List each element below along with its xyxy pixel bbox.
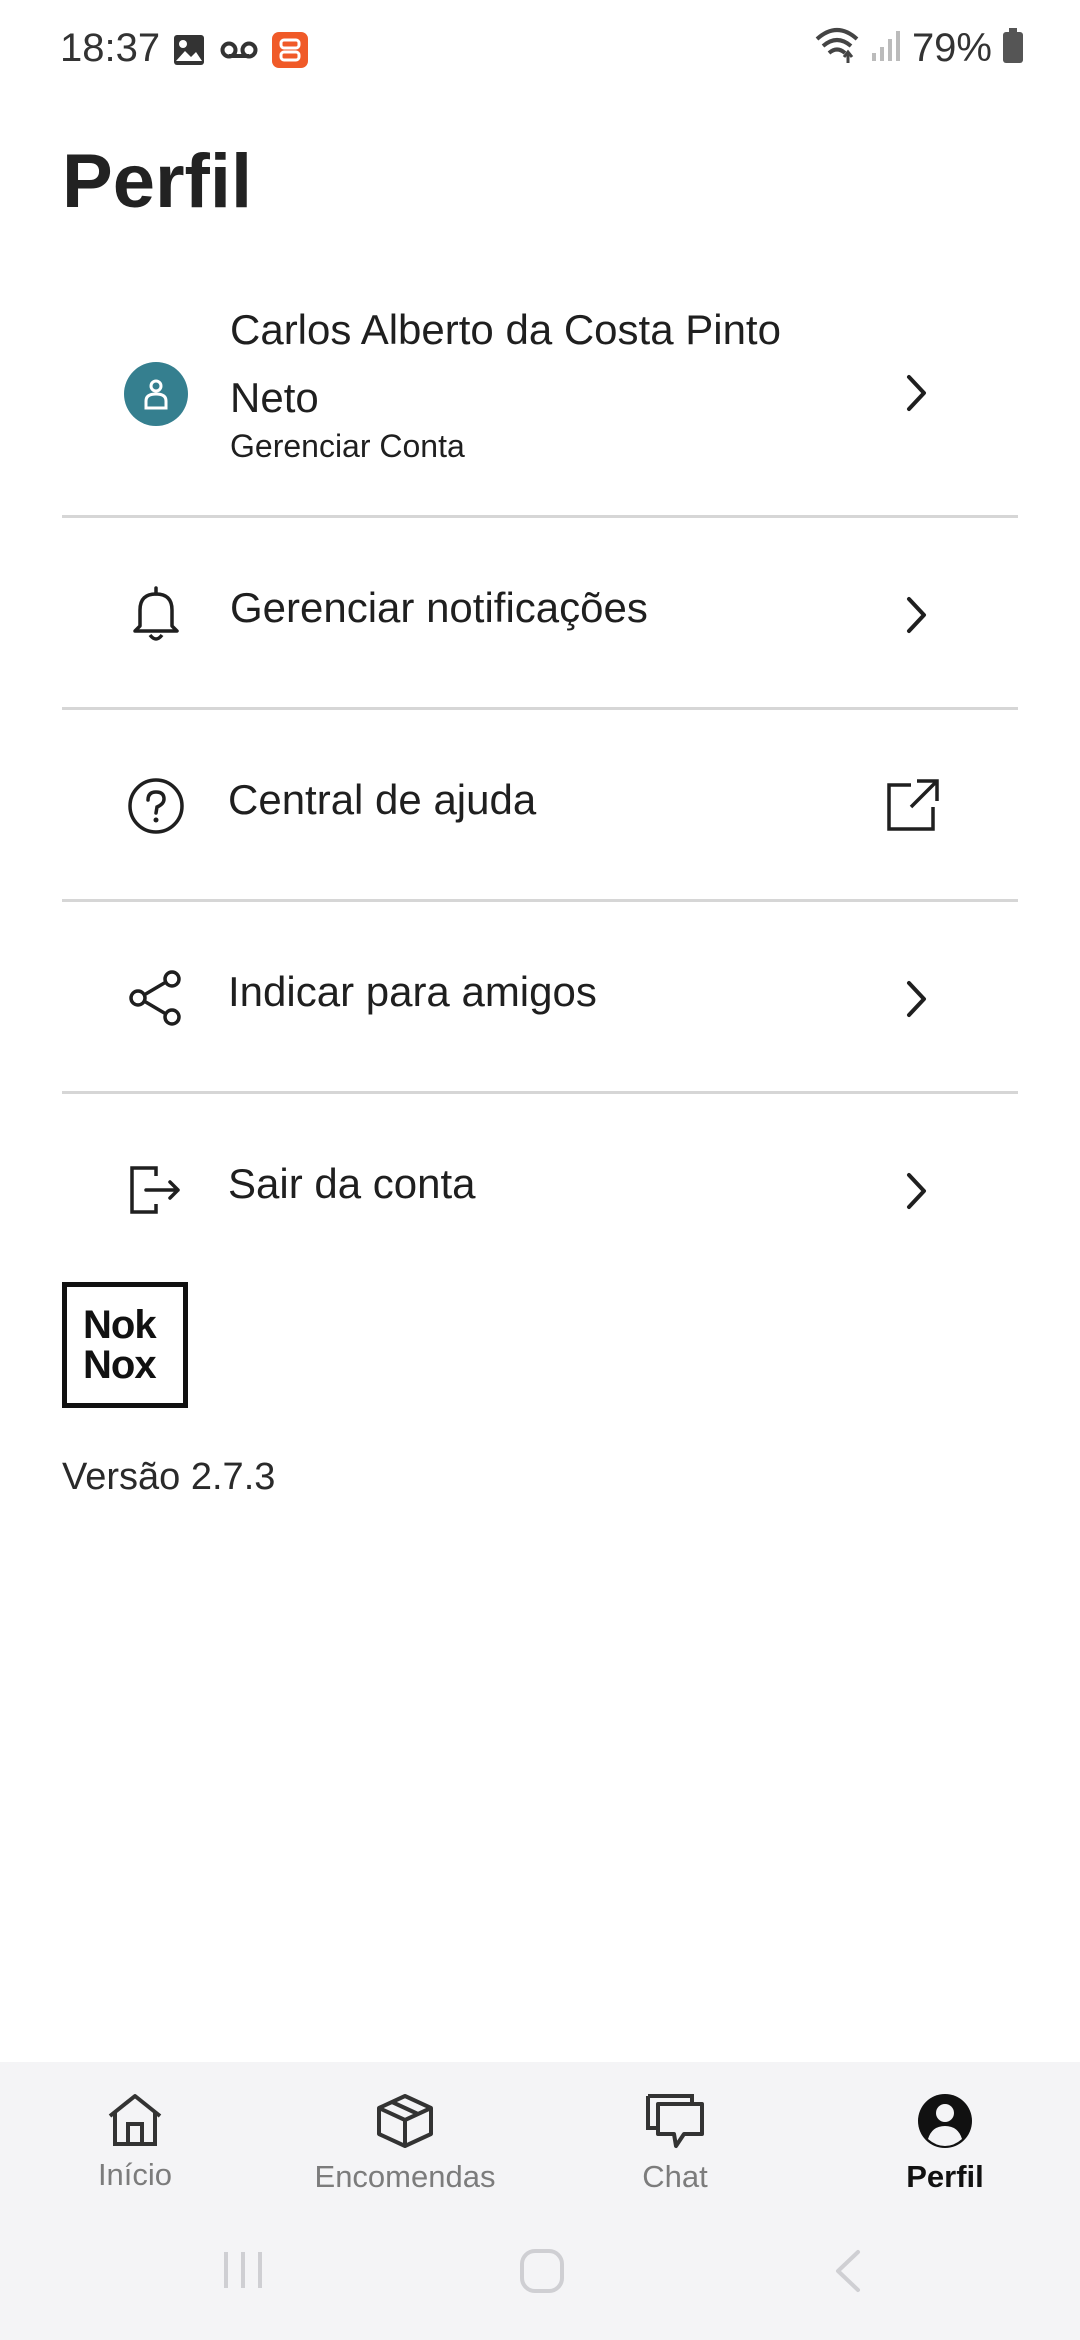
manage-account-label: Gerenciar Conta [230, 428, 465, 464]
help-circle-icon [124, 774, 188, 838]
status-icons-left [172, 32, 308, 73]
share-icon [124, 966, 188, 1030]
noknox-logo: Nok Nox [62, 1282, 188, 1408]
status-time: 18:37 [60, 26, 161, 70]
chevron-right-icon [882, 580, 952, 650]
chevron-right-icon [882, 358, 952, 428]
logout-label: Sair da conta [228, 1160, 476, 1207]
home-icon [104, 2092, 166, 2153]
signal-icon [870, 29, 902, 68]
refer-friends-item[interactable]: Indicar para amigos [62, 902, 1018, 1094]
app-version: Versão 2.7.3 [62, 1456, 276, 1498]
tab-inicio[interactable]: Início [15, 2092, 255, 2193]
home-button-icon[interactable] [518, 2248, 566, 2299]
bell-icon [124, 582, 188, 646]
tab-inicio-label: Início [97, 2157, 173, 2192]
image-icon [172, 33, 206, 72]
tab-encomendas-label: Encomendas [314, 2159, 496, 2194]
chevron-right-icon [882, 964, 952, 1034]
refer-friends-label: Indicar para amigos [228, 968, 597, 1015]
app-notification-icon [272, 32, 308, 73]
back-icon[interactable] [828, 2248, 868, 2299]
help-center-item[interactable]: Central de ajuda [62, 710, 1018, 902]
chevron-right-icon [882, 1156, 952, 1226]
profile-icon [916, 2092, 974, 2155]
package-icon [375, 2092, 435, 2155]
help-center-label: Central de ajuda [228, 776, 537, 823]
recent-apps-icon[interactable] [220, 2248, 266, 2297]
logout-item[interactable]: Sair da conta [62, 1094, 1018, 1286]
status-bar: 18:37 79% [0, 0, 1080, 100]
logo-line2: Nox [83, 1343, 157, 1387]
logo-line1: Nok [83, 1303, 157, 1347]
profile-menu: Carlos Alberto da Costa Pinto Neto Geren… [62, 270, 1018, 1286]
system-nav-bar [0, 2248, 1080, 2308]
manage-account-item[interactable]: Carlos Alberto da Costa Pinto Neto Geren… [62, 270, 1018, 518]
tab-encomendas[interactable]: Encomendas [285, 2092, 525, 2195]
tab-perfil-label: Perfil [906, 2159, 984, 2194]
battery-icon [1002, 28, 1024, 69]
page-title: Perfil [62, 139, 253, 224]
chat-icon [644, 2092, 706, 2155]
tab-chat-label: Chat [642, 2159, 708, 2194]
external-link-icon [878, 770, 948, 840]
profile-name: Carlos Alberto da Costa Pinto Neto [230, 306, 781, 421]
logout-icon [124, 1158, 188, 1222]
voicemail-icon [220, 39, 258, 66]
notifications-item[interactable]: Gerenciar notificações [62, 518, 1018, 710]
battery-percent: 79% [911, 26, 992, 70]
avatar-circle [124, 362, 188, 426]
avatar [124, 362, 188, 426]
wifi-icon [814, 27, 860, 70]
tab-chat[interactable]: Chat [555, 2092, 795, 2195]
tab-perfil[interactable]: Perfil [825, 2092, 1065, 2195]
notifications-label: Gerenciar notificações [230, 584, 648, 631]
user-icon [144, 379, 168, 410]
status-icons-right: 79% [814, 26, 1024, 71]
